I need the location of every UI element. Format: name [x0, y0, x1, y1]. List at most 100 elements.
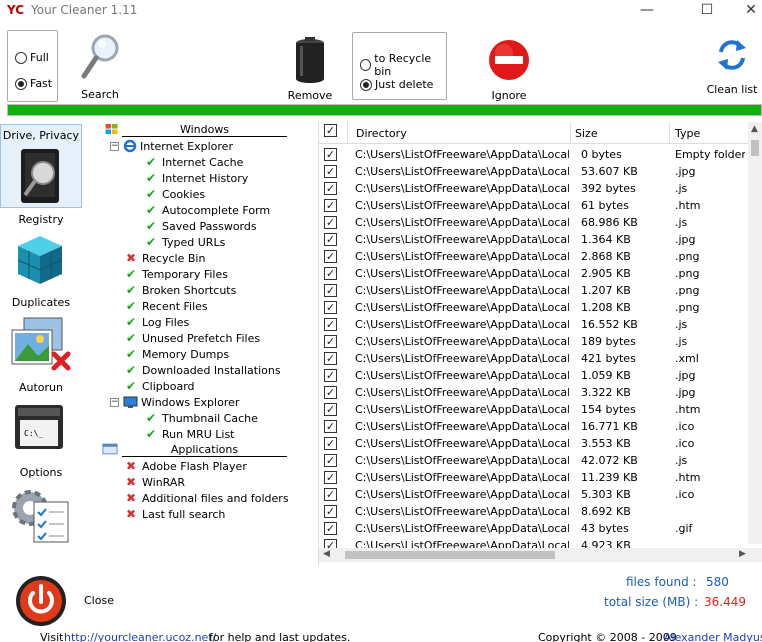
scroll-left-arrow-icon[interactable]: ◀: [323, 549, 330, 559]
close-window-button[interactable]: ✕: [728, 0, 762, 22]
table-row[interactable]: ✓ C:\Users\ListOfFreeware\AppData\Local\.…: [319, 486, 747, 503]
row-checkbox[interactable]: ✓: [324, 199, 337, 212]
table-row[interactable]: ✓ C:\Users\ListOfFreeware\AppData\Local\.…: [319, 333, 747, 350]
nav-duplicates[interactable]: Duplicates: [0, 294, 82, 378]
clean-list-button[interactable]: Clean list: [706, 38, 758, 100]
mode-fast-radio[interactable]: Fast: [15, 77, 52, 90]
row-checkbox[interactable]: ✓: [324, 233, 337, 246]
tree-ie-item[interactable]: ✔ Autocomplete Form: [146, 202, 270, 218]
nav-registry[interactable]: Registry: [0, 210, 82, 292]
table-row[interactable]: ✓ C:\Users\ListOfFreeware\AppData\Local\.…: [319, 435, 747, 452]
table-row[interactable]: ✓ C:\Users\ListOfFreeware\AppData\Local\.…: [319, 401, 747, 418]
scroll-up-arrow-icon[interactable]: ▲: [751, 124, 758, 134]
table-row[interactable]: ✓ C:\Users\ListOfFreeware\AppData\Local\.…: [319, 418, 747, 435]
row-checkbox[interactable]: ✓: [324, 182, 337, 195]
tree-ie-item[interactable]: ✔ Typed URLs: [146, 234, 225, 250]
tree-system-item[interactable]: ✔ Memory Dumps: [126, 346, 229, 362]
vertical-scroll-thumb[interactable]: [751, 140, 759, 156]
tree-system-item[interactable]: ✔ Clipboard: [126, 378, 195, 394]
column-type[interactable]: Type: [675, 127, 700, 140]
mode-full-radio[interactable]: Full: [15, 51, 49, 64]
tree-app-item[interactable]: ✖ Adobe Flash Player: [126, 458, 247, 474]
row-checkbox[interactable]: ✓: [324, 454, 337, 467]
close-app-button[interactable]: [14, 574, 68, 628]
table-row[interactable]: ✓ C:\Users\ListOfFreeware\AppData\Local\.…: [319, 316, 747, 333]
row-checkbox[interactable]: ✓: [324, 148, 337, 161]
row-checkbox[interactable]: ✓: [324, 335, 337, 348]
row-checkbox[interactable]: ✓: [324, 522, 337, 535]
table-row[interactable]: ✓ C:\Users\ListOfFreeware\AppData\Local\.…: [319, 265, 747, 282]
table-row[interactable]: ✓ C:\Users\ListOfFreeware\AppData\Local\.…: [319, 231, 747, 248]
table-row[interactable]: ✓ C:\Users\ListOfFreeware\AppData\Local\.…: [319, 350, 747, 367]
tree-system-item[interactable]: ✔ Temporary Files: [126, 266, 228, 282]
tree-system-item[interactable]: ✔ Broken Shortcuts: [126, 282, 236, 298]
table-row[interactable]: ✓ C:\Users\ListOfFreeware\AppData\Local\.…: [319, 384, 747, 401]
row-checkbox[interactable]: ✓: [324, 437, 337, 450]
table-row[interactable]: ✓ C:\Users\ListOfFreeware\AppData\Local\.…: [319, 503, 747, 520]
table-row[interactable]: ✓ C:\Users\ListOfFreeware\AppData\Local\.…: [319, 469, 747, 486]
tree-explorer-item[interactable]: ✔ Run MRU List: [146, 426, 235, 442]
table-row[interactable]: ✓ C:\Users\ListOfFreeware\AppData\Local\.…: [319, 163, 747, 180]
minimize-button[interactable]: —: [624, 0, 670, 22]
horizontal-scroll-thumb[interactable]: [345, 551, 555, 559]
tree-ie-item[interactable]: ✔ Cookies: [146, 186, 205, 202]
row-checkbox[interactable]: ✓: [324, 352, 337, 365]
tree-app-item[interactable]: ✖ Last full search: [126, 506, 225, 522]
tree-internet-explorer[interactable]: − Internet Explorer: [110, 138, 233, 154]
table-row[interactable]: ✓ C:\Users\ListOfFreeware\AppData\Local\.…: [319, 214, 747, 231]
table-row[interactable]: ✓ C:\Users\ListOfFreeware\AppData\Local\.…: [319, 452, 747, 469]
tree-system-item[interactable]: ✔ Downloaded Installations: [126, 362, 281, 378]
nav-drive-privacy[interactable]: Drive, Privacy: [0, 124, 82, 208]
row-checkbox[interactable]: ✓: [324, 165, 337, 178]
just-delete-radio[interactable]: Just delete: [360, 78, 433, 91]
row-checkbox[interactable]: ✓: [324, 267, 337, 280]
table-row[interactable]: ✓ C:\Users\ListOfFreeware\AppData\Local\.…: [319, 367, 747, 384]
remove-button[interactable]: Remove: [286, 34, 334, 104]
recycle-bin-radio[interactable]: to Recycle bin: [360, 52, 446, 78]
row-checkbox[interactable]: ✓: [324, 471, 337, 484]
column-size[interactable]: Size: [575, 127, 598, 140]
row-checkbox[interactable]: ✓: [324, 403, 337, 416]
scroll-right-arrow-icon[interactable]: ▶: [739, 549, 746, 559]
horizontal-scrollbar[interactable]: ◀ ▶: [319, 548, 762, 562]
table-row[interactable]: ✓ C:\Users\ListOfFreeware\AppData\Local\.…: [319, 520, 747, 537]
row-checkbox[interactable]: ✓: [324, 284, 337, 297]
vertical-scrollbar[interactable]: ▲: [748, 122, 762, 544]
row-checkbox[interactable]: ✓: [324, 250, 337, 263]
tree-system-item[interactable]: ✔ Recent Files: [126, 298, 208, 314]
tree-system-item[interactable]: ✔ Log Files: [126, 314, 189, 330]
collapse-toggle-icon[interactable]: −: [110, 397, 119, 407]
table-row[interactable]: ✓ C:\Users\ListOfFreeware\AppData\Local\.…: [319, 299, 747, 316]
tree-app-item[interactable]: ✖ Additional files and folders: [126, 490, 289, 506]
tree-app-item[interactable]: ✖ WinRAR: [126, 474, 185, 490]
collapse-toggle-icon[interactable]: −: [110, 141, 119, 151]
nav-options[interactable]: Options: [0, 466, 82, 562]
row-checkbox[interactable]: ✓: [324, 318, 337, 331]
row-checkbox[interactable]: ✓: [324, 369, 337, 382]
tree-windows-explorer[interactable]: − Windows Explorer: [110, 394, 239, 410]
tree-ie-item[interactable]: ✔ Internet Cache: [146, 154, 243, 170]
row-checkbox[interactable]: ✓: [324, 488, 337, 501]
website-link[interactable]: http://yourcleaner.ucoz.net/: [64, 631, 216, 642]
ignore-button[interactable]: Ignore: [482, 38, 536, 104]
select-all-checkbox[interactable]: ✓: [324, 124, 337, 137]
tree-ie-item[interactable]: ✔ Saved Passwords: [146, 218, 257, 234]
tree-recycle-bin[interactable]: ✖ Recycle Bin: [126, 250, 205, 266]
tree-system-item[interactable]: ✔ Unused Prefetch Files: [126, 330, 260, 346]
search-button[interactable]: Search: [74, 32, 126, 102]
row-checkbox[interactable]: ✓: [324, 216, 337, 229]
row-checkbox[interactable]: ✓: [324, 420, 337, 433]
row-checkbox[interactable]: ✓: [324, 301, 337, 314]
column-directory[interactable]: Directory: [356, 127, 407, 140]
table-row[interactable]: ✓ C:\Users\ListOfFreeware\AppData\Local\.…: [319, 282, 747, 299]
table-row[interactable]: ✓ C:\Users\ListOfFreeware\AppData\Local\.…: [319, 248, 747, 265]
tree-ie-item[interactable]: ✔ Internet History: [146, 170, 248, 186]
tree-explorer-item[interactable]: ✔ Thumbnail Cache: [146, 410, 258, 426]
table-row[interactable]: ✓ C:\Users\ListOfFreeware\AppData\Local\.…: [319, 197, 747, 214]
table-row[interactable]: ✓ C:\Users\ListOfFreeware\AppData\Local\.…: [319, 180, 747, 197]
table-row[interactable]: ✓ C:\Users\ListOfFreeware\AppData\Local\.…: [319, 146, 747, 163]
row-checkbox[interactable]: ✓: [324, 505, 337, 518]
maximize-button[interactable]: ☐: [684, 0, 730, 22]
nav-autorun[interactable]: Autorun C:\_: [0, 380, 82, 464]
row-checkbox[interactable]: ✓: [324, 386, 337, 399]
